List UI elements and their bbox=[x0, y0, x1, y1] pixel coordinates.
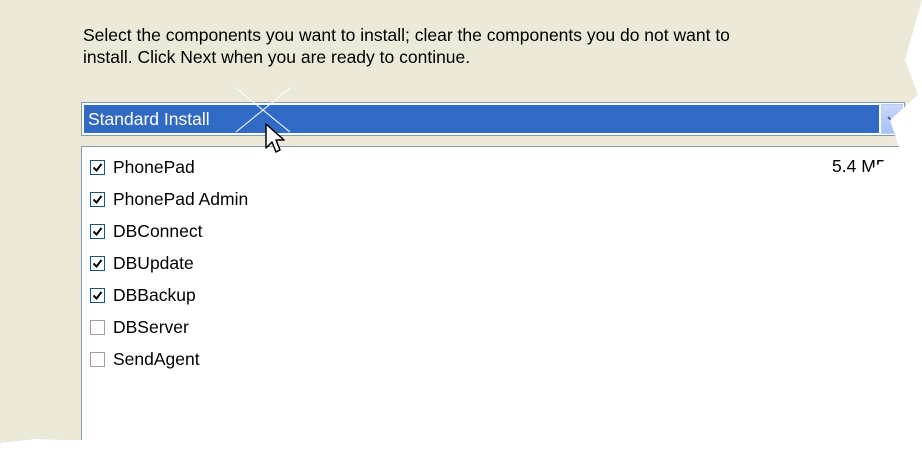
component-label: DBUpdate bbox=[113, 252, 194, 273]
wizard-panel: Select the components you want to instal… bbox=[0, 0, 922, 443]
chevron-down-icon bbox=[887, 116, 897, 123]
list-item-dbbackup[interactable]: DBBackup bbox=[90, 283, 196, 307]
component-label: PhonePad Admin bbox=[113, 188, 249, 209]
install-type-selected[interactable]: Standard Install bbox=[84, 105, 879, 133]
list-item-sendagent[interactable]: SendAgent bbox=[90, 347, 200, 371]
checkbox-checked[interactable] bbox=[90, 255, 105, 271]
components-list[interactable]: PhonePad PhonePad Admin DBConnect DBUpda… bbox=[81, 146, 921, 443]
checkbox-checked[interactable] bbox=[90, 191, 105, 207]
component-label: DBServer bbox=[113, 316, 189, 337]
component-size: 5.4 MB bbox=[832, 156, 888, 176]
list-item-dbserver[interactable]: DBServer bbox=[90, 315, 189, 339]
component-label: SendAgent bbox=[113, 348, 200, 369]
checkbox-checked[interactable] bbox=[90, 287, 105, 303]
checkmark-icon bbox=[92, 194, 103, 204]
list-item-phonepad-admin[interactable]: PhonePad Admin bbox=[90, 187, 248, 211]
mouse-pointer-icon bbox=[265, 123, 285, 153]
checkmark-icon bbox=[92, 162, 103, 172]
component-label: PhonePad bbox=[113, 156, 195, 177]
instructions-line-2: install. Click Next when you are ready t… bbox=[83, 47, 471, 67]
dropdown-button[interactable] bbox=[881, 104, 903, 134]
instructions-line-1: Select the components you want to instal… bbox=[83, 25, 730, 45]
checkmark-icon bbox=[92, 258, 103, 268]
component-label: DBBackup bbox=[113, 284, 196, 305]
instructions-text: Select the components you want to instal… bbox=[83, 24, 883, 68]
list-item-dbupdate[interactable]: DBUpdate bbox=[90, 251, 194, 275]
list-item-phonepad[interactable]: PhonePad bbox=[90, 155, 195, 179]
checkmark-icon bbox=[92, 226, 103, 236]
checkmark-icon bbox=[92, 290, 103, 300]
checkbox-unchecked[interactable] bbox=[90, 351, 105, 367]
checkbox-unchecked[interactable] bbox=[90, 319, 105, 335]
install-type-dropdown[interactable]: Standard Install bbox=[81, 102, 905, 136]
checkbox-checked[interactable] bbox=[90, 159, 105, 175]
list-item-dbconnect[interactable]: DBConnect bbox=[90, 219, 203, 243]
component-label: DBConnect bbox=[113, 220, 203, 241]
checkbox-checked[interactable] bbox=[90, 223, 105, 239]
